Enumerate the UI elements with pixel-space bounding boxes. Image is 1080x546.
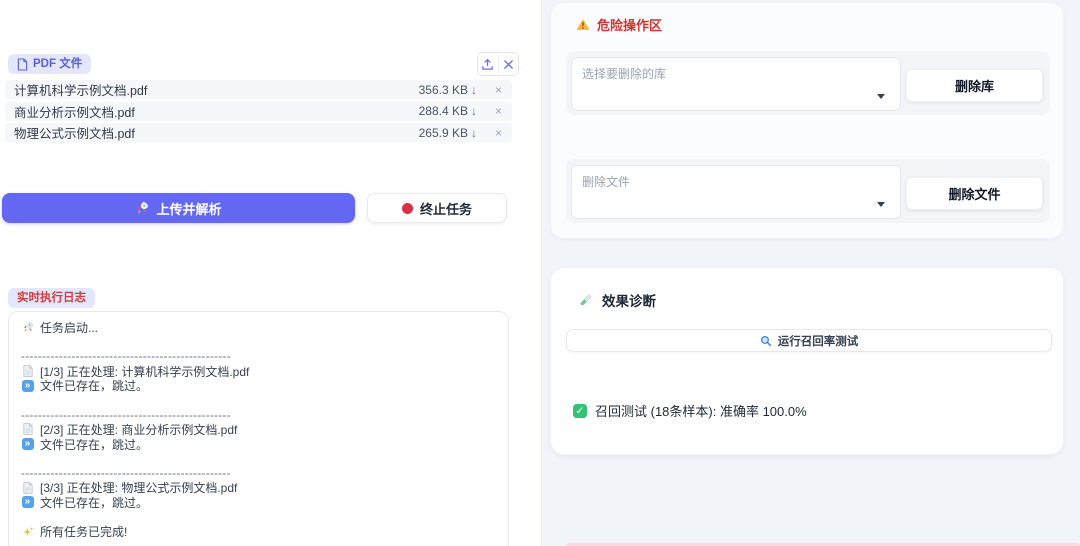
- diagnostics-card: 效果诊断 运行召回率测试 ✓ 召回测试 (18条样本): 准确率 100.0%: [550, 267, 1064, 455]
- file-size: 288.4 KB: [419, 104, 468, 118]
- remove-file-icon[interactable]: ×: [495, 83, 502, 97]
- log-line-text: 文件已存在，跳过。: [40, 377, 148, 394]
- search-icon: [760, 335, 772, 347]
- danger-zone-card: 危险操作区 选择要删除的库 删除库 删除文件 删除文件: [550, 2, 1064, 239]
- delete-library-button[interactable]: 删除库: [906, 69, 1043, 102]
- log-line: »: [21, 451, 496, 466]
- app-root: PDF 文件 计算机科学示例文档.pdf 356.3 KB ↓ × 商业分析示例…: [0, 0, 1080, 546]
- skip-forward-icon: »: [21, 496, 34, 509]
- test-tube-icon: [578, 293, 593, 308]
- live-log-badge: 实时执行日志: [8, 288, 95, 308]
- stop-task-label: 终止任务: [420, 199, 472, 218]
- log-line: » --------------------------------------…: [21, 408, 496, 423]
- log-line-text: 文件已存在，跳过。: [40, 436, 148, 453]
- log-line-text: 文件已存在，跳过。: [40, 494, 148, 511]
- sparkles-icon: [21, 525, 34, 538]
- file-name: 计算机科学示例文档.pdf: [14, 80, 419, 99]
- live-log-badge-label: 实时执行日志: [17, 291, 86, 305]
- document-icon: [17, 58, 28, 71]
- recall-test-result-text: 召回测试 (18条样本): 准确率 100.0%: [595, 401, 807, 420]
- run-recall-test-button[interactable]: 运行召回率测试: [566, 329, 1052, 352]
- log-line: » [3/3] 正在处理: 物理公式示例文档.pdf: [21, 481, 496, 496]
- log-line: » [1/3] 正在处理: 计算机科学示例文档.pdf: [21, 364, 496, 379]
- file-select-label: 删除文件: [582, 173, 630, 190]
- execution-log[interactable]: » 任务启动... »: [8, 311, 509, 546]
- download-icon[interactable]: ↓: [471, 104, 477, 118]
- file-row: 计算机科学示例文档.pdf 356.3 KB ↓ ×: [5, 80, 512, 99]
- log-line-text: 任务启动...: [40, 319, 98, 336]
- chevron-down-icon[interactable]: [877, 202, 885, 207]
- file-size: 356.3 KB: [419, 83, 468, 97]
- log-line: »: [21, 510, 496, 525]
- warning-icon: [576, 18, 590, 31]
- danger-zone-title-label: 危险操作区: [597, 15, 662, 34]
- check-icon: ✓: [573, 404, 587, 418]
- log-line-text: ----------------------------------------…: [21, 466, 231, 480]
- delete-file-button[interactable]: 删除文件: [906, 177, 1043, 210]
- file-size: 265.9 KB: [419, 126, 468, 140]
- rocket-icon: [21, 321, 34, 334]
- log-line: » 所有任务已完成!: [21, 524, 496, 539]
- skip-forward-icon: »: [21, 438, 34, 451]
- upload-parse-button[interactable]: 上传并解析: [2, 193, 355, 223]
- delete-library-panel: 选择要删除的库 删除库: [566, 51, 1050, 115]
- download-icon[interactable]: ↓: [471, 126, 477, 140]
- log-line: » 任务启动...: [21, 320, 496, 335]
- log-line: » 文件已存在，跳过。: [21, 378, 496, 393]
- library-select-label: 选择要删除的库: [582, 65, 666, 82]
- upload-parse-label: 上传并解析: [156, 199, 221, 218]
- file-name: 物理公式示例文档.pdf: [14, 123, 419, 142]
- close-icon[interactable]: [498, 53, 519, 75]
- skip-forward-icon: »: [21, 379, 34, 392]
- file-name: 商业分析示例文档.pdf: [14, 102, 419, 121]
- log-line: » [2/3] 正在处理: 商业分析示例文档.pdf: [21, 422, 496, 437]
- log-line: » 文件已存在，跳过。: [21, 495, 496, 510]
- chevron-down-icon[interactable]: [877, 94, 885, 99]
- diagnostics-title: 效果诊断: [578, 290, 656, 310]
- log-line-text: ----------------------------------------…: [21, 408, 231, 422]
- rocket-icon: [135, 201, 149, 215]
- file-row: 物理公式示例文档.pdf 265.9 KB ↓ ×: [5, 123, 512, 142]
- page-icon: [21, 481, 34, 494]
- log-line: » 文件已存在，跳过。: [21, 437, 496, 452]
- pdf-files-badge: PDF 文件: [8, 54, 91, 74]
- diagnostics-title-label: 效果诊断: [602, 290, 656, 310]
- log-line: » --------------------------------------…: [21, 466, 496, 481]
- library-select-dropdown[interactable]: 选择要删除的库: [571, 57, 901, 111]
- log-line-text: 所有任务已完成!: [40, 523, 127, 540]
- log-line: » --------------------------------------…: [21, 349, 496, 364]
- danger-zone-title: 危险操作区: [576, 15, 662, 34]
- remove-file-icon[interactable]: ×: [495, 126, 502, 140]
- upload-icon[interactable]: [478, 53, 498, 75]
- stop-task-button[interactable]: 终止任务: [367, 193, 507, 223]
- file-list: 计算机科学示例文档.pdf 356.3 KB ↓ × 商业分析示例文档.pdf …: [5, 80, 512, 145]
- file-row: 商业分析示例文档.pdf 288.4 KB ↓ ×: [5, 102, 512, 121]
- delete-file-panel: 删除文件 删除文件: [566, 159, 1050, 223]
- download-icon[interactable]: ↓: [471, 83, 477, 97]
- delete-file-button-label: 删除文件: [948, 184, 1000, 203]
- file-toolbar: [477, 52, 519, 76]
- log-line: »: [21, 335, 496, 350]
- file-select-dropdown[interactable]: 删除文件: [571, 165, 901, 219]
- recall-test-result: ✓ 召回测试 (18条样本): 准确率 100.0%: [573, 401, 807, 420]
- remove-file-icon[interactable]: ×: [495, 104, 502, 118]
- record-dot-icon: [402, 203, 413, 214]
- page-icon: [21, 365, 34, 378]
- log-line: »: [21, 393, 496, 408]
- pdf-files-badge-label: PDF 文件: [33, 57, 82, 71]
- run-recall-test-label: 运行召回率测试: [778, 333, 859, 349]
- delete-library-button-label: 删除库: [955, 76, 994, 95]
- log-line-text: ----------------------------------------…: [21, 349, 231, 363]
- page-icon: [21, 423, 34, 436]
